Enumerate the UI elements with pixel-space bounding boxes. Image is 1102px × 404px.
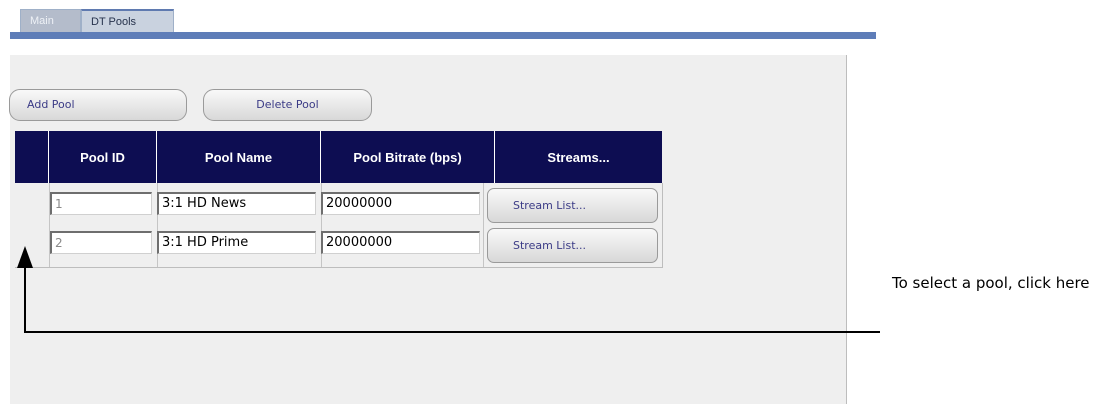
pool-id-field[interactable]: 1	[50, 192, 152, 215]
stream-list-button[interactable]: Stream List...	[487, 188, 658, 223]
tab-main[interactable]: Main	[20, 9, 81, 32]
pool-id-column-header: Pool ID	[49, 131, 157, 183]
pool-id-field[interactable]: 2	[50, 231, 152, 254]
column-divider	[483, 183, 484, 267]
pool-name-field[interactable]: 3:1 HD News	[157, 192, 316, 215]
row-select-handle[interactable]	[16, 185, 48, 223]
pool-name-column-header: Pool Name	[157, 131, 321, 183]
streams-column-header: Streams...	[495, 131, 662, 183]
pool-name-field[interactable]: 3:1 HD Prime	[157, 231, 316, 254]
add-pool-button[interactable]: Add Pool	[9, 89, 187, 121]
callout-text: To select a pool, click here	[892, 274, 1090, 292]
tab-bar-underline	[10, 32, 876, 39]
tab-dt-pools[interactable]: DT Pools	[81, 9, 174, 32]
pool-bitrate-field[interactable]: 20000000	[321, 192, 480, 215]
select-column-header	[15, 131, 49, 183]
arrow-up-icon	[17, 246, 33, 268]
callout-line-horizontal	[24, 331, 880, 333]
pool-bitrate-field[interactable]: 20000000	[321, 231, 480, 254]
delete-pool-button[interactable]: Delete Pool	[203, 89, 372, 121]
pool-bitrate-column-header: Pool Bitrate (bps)	[321, 131, 495, 183]
stream-list-button[interactable]: Stream List...	[487, 228, 658, 263]
callout-line-vertical	[24, 266, 26, 333]
